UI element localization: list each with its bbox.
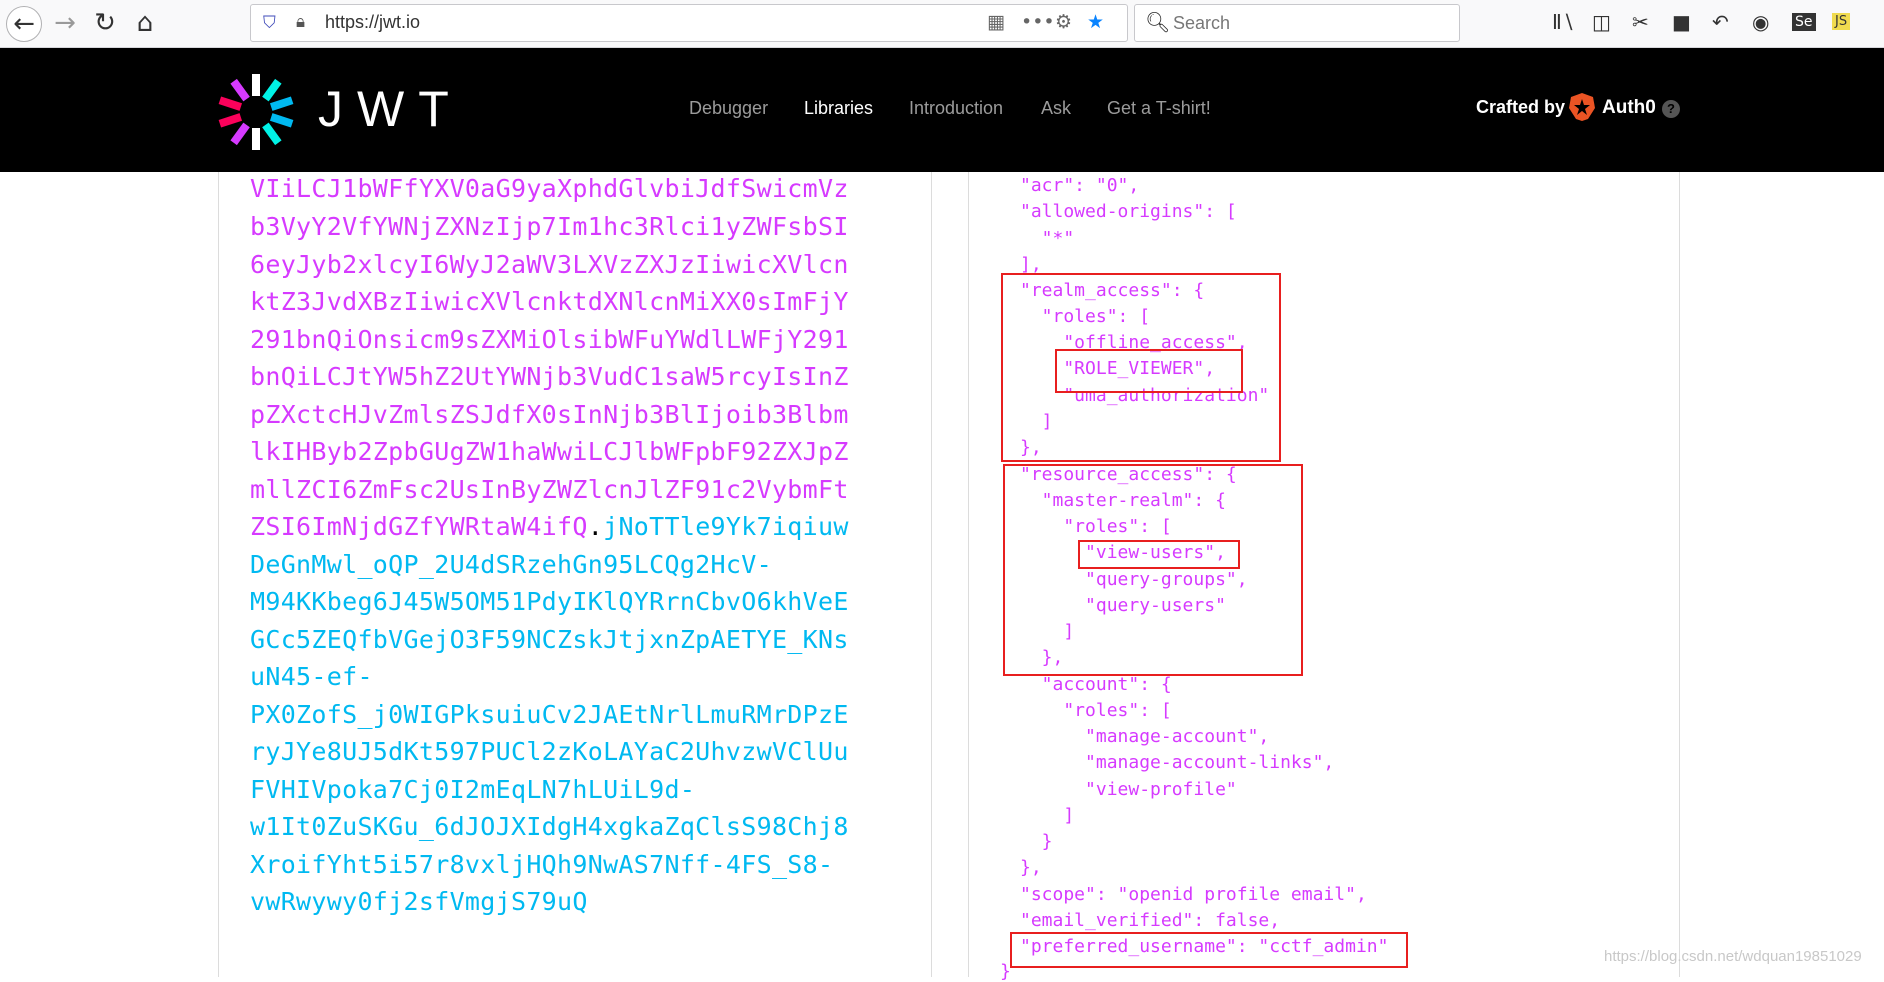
bookmark-star-icon[interactable]: ★ (1087, 11, 1104, 33)
search-placeholder: Search (1173, 13, 1231, 33)
auth0-logo-icon[interactable] (1568, 92, 1596, 122)
nav-introduction[interactable]: Introduction (909, 98, 1003, 119)
json-line: "email_verified": false, (1020, 910, 1281, 931)
payload-line: 6eyJyb2xlcyI6WyJ2aWV3LXVzZXJzIiwicXVlcn (250, 250, 849, 279)
signature-line: FVHIVpoka7Cj0I2mEqLN7hLUiL9d- (250, 775, 696, 804)
json-line: "allowed-origins": [ (1020, 201, 1237, 222)
url-text[interactable]: https://jwt.io (325, 12, 420, 33)
json-line: ] (1020, 805, 1075, 826)
help-icon[interactable]: ? (1662, 100, 1680, 118)
highlight-resource-access (1003, 464, 1303, 676)
json-line: "roles": [ (1020, 700, 1172, 721)
payload-line: 291bnQiOnsicm9sZXMiOlsibWFuYWdlLWFjY291 (250, 325, 849, 354)
js-extension-icon[interactable]: JS (1832, 13, 1851, 30)
json-line: "manage-account", (1020, 726, 1270, 747)
auth0-link[interactable]: Auth0 (1602, 97, 1656, 119)
signature-line: DeGnMwl_oQP_2U4dSRzehGn95LCQg2HcV- (250, 550, 772, 579)
payload-line: pZXctcHJvZmlsZSJdfX0sInNjb3BlIjoib3Blbm (250, 400, 849, 429)
nav-ask[interactable]: Ask (1041, 98, 1071, 119)
signature-line: w1It0ZuSKGu_6dJOJXIdgH4xgkaZqClsS98Chj8 (250, 812, 849, 841)
library-icon[interactable]: Ⅱ∖ (1552, 10, 1575, 34)
json-line: "manage-account-links", (1020, 752, 1335, 773)
home-icon[interactable]: ⌂ (128, 6, 162, 40)
search-icon: 🔍︎ (1145, 10, 1171, 34)
highlight-view-users (1078, 540, 1240, 569)
json-line: "account": { (1020, 674, 1172, 695)
chat-icon[interactable]: ■ (1672, 10, 1691, 34)
json-line: ], (1020, 254, 1042, 275)
watermark: https://blog.csdn.net/wdquan19851029 (1604, 948, 1862, 965)
signature-line: PX0ZofS_j0WIGPksuiuCv2JAEtNrlLmuRMrDPzE (250, 700, 849, 729)
extension-icon[interactable]: ⚙ (1055, 11, 1072, 33)
token-dot: . (587, 512, 604, 541)
back-icon[interactable]: ← (6, 6, 42, 42)
nav-debugger[interactable]: Debugger (689, 98, 768, 119)
json-line: "view-profile" (1020, 779, 1237, 800)
crafted-by-label: Crafted by (1476, 97, 1566, 117)
json-line: "acr": "0", (1020, 175, 1140, 196)
address-bar[interactable]: ⛉ 🔒︎ https://jwt.io ▦ ••• ⚙ ★ (250, 4, 1128, 42)
signature-line: XroifYht5i57r8vxljHQh9NwAS7Nff-4FS_S8- (250, 850, 834, 879)
brand-name[interactable]: JWT (318, 80, 463, 138)
payload-line: lkIHByb2ZpbGUgZW1haWwiLCJlbWFpbF92ZXJpZ (250, 437, 849, 466)
signature-line: M94KKbeg6J45W5OM51PdyIKlQYRrnCbvO6khVeE (250, 587, 849, 616)
browser-toolbar: ← → ↻ ⌂ ⛉ 🔒︎ https://jwt.io ▦ ••• ⚙ ★ 🔍︎… (0, 0, 1884, 48)
lock-icon[interactable]: 🔒︎ (296, 12, 305, 32)
payload-line: VIiLCJ1bWFfYXV0aG9yaXphdGlvbiJdfSwicmVz (250, 174, 849, 203)
page-actions-icon[interactable]: ••• (1021, 11, 1055, 33)
search-bar[interactable]: 🔍︎ Search (1134, 4, 1460, 42)
json-line: "scope": "openid profile email", (1020, 884, 1367, 905)
payload-line: b3VyY2VfYWNjZXNzIjp7Im1hc3Rlci1yZWFsbSI (250, 212, 849, 241)
payload-signature-line: ZSI6ImNjdGZfYWRtaW4ifQ.jNoTTle9Yk7iqiuw (250, 512, 849, 541)
signature-line: uN45-ef- (250, 662, 373, 691)
nav-get-tshirt[interactable]: Get a T-shirt! (1107, 98, 1211, 119)
json-line: "*" (1020, 228, 1075, 249)
forward-icon[interactable]: → (48, 6, 82, 40)
account-icon[interactable]: ◉ (1752, 10, 1769, 34)
signature-segment: jNoTTle9Yk7iqiuw (603, 512, 849, 541)
json-line: }, (1020, 857, 1042, 878)
selenium-icon[interactable]: Se (1792, 13, 1816, 31)
signature-line: GCc5ZEQfbVGejO3F59NCZskJtjxnZpAETYE_KNs (250, 625, 849, 654)
qr-code-icon[interactable]: ▦ (987, 11, 1005, 33)
json-line: } (1020, 831, 1053, 852)
signature-line: ryJYe8UJ5dKt597PUCl2zKoLAYaC2UhvzwVClUu (250, 737, 849, 766)
payload-line: mllZCI6ZmFsc2UsInByZWZlcnJlZF91c2VybmFt (250, 475, 849, 504)
undo-icon[interactable]: ↶ (1712, 10, 1729, 34)
payload-segment: ZSI6ImNjdGZfYWRtaW4ifQ (250, 512, 588, 541)
payload-line: bnQiLCJtYW5hZ2UtYWNjb3VudC1saW5rcyIsInZ (250, 362, 849, 391)
sidebar-icon[interactable]: ◫ (1592, 10, 1611, 34)
highlight-preferred-username (1010, 932, 1408, 968)
highlight-role-viewer (1055, 349, 1243, 393)
jwt-logo-icon[interactable] (216, 72, 296, 152)
screenshot-icon[interactable]: ✂ (1632, 10, 1649, 34)
reload-icon[interactable]: ↻ (88, 6, 122, 40)
payload-line: ktZ3JvdXBzIiwicXVlcnktdXNlcnMiXX0sImFjY (250, 287, 849, 316)
nav-libraries[interactable]: Libraries (804, 98, 873, 119)
tracking-shield-icon[interactable]: ⛉ (263, 13, 276, 33)
signature-line: vwRwywy0fj2sfVmgjS79uQ (250, 887, 588, 916)
